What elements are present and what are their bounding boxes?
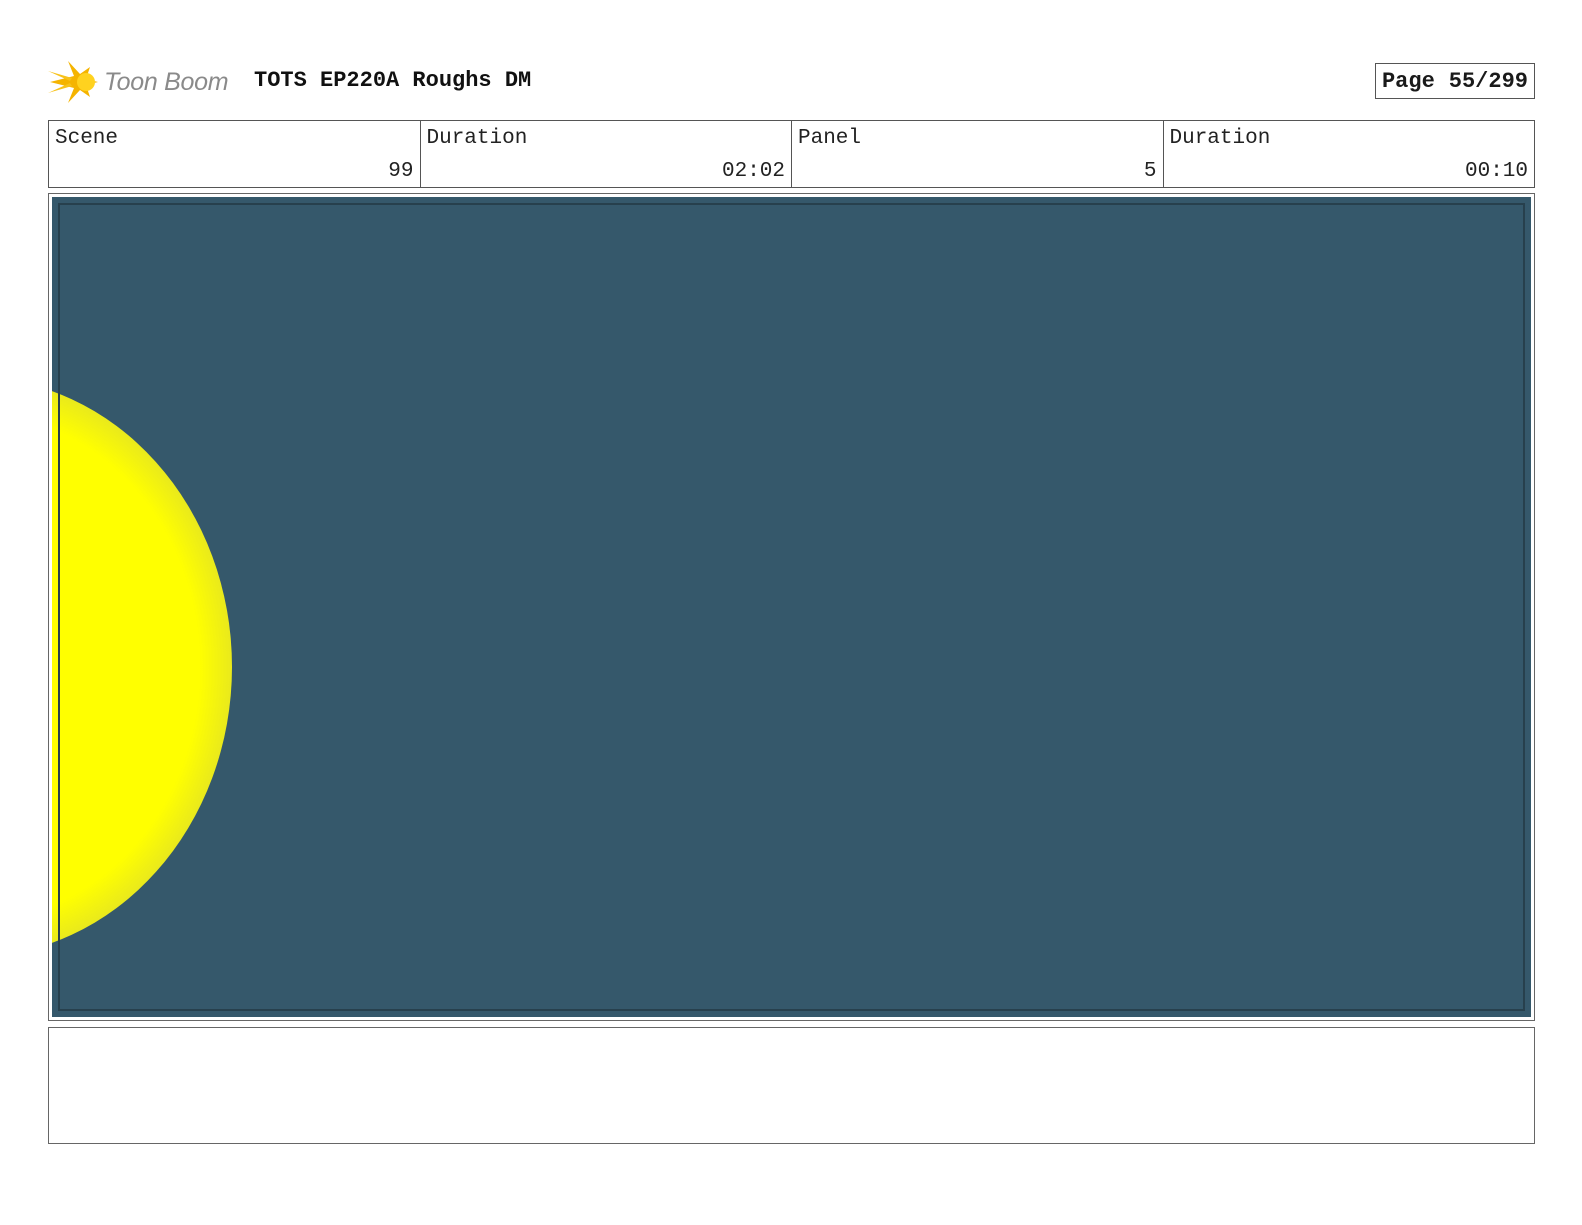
panel-safe-area-border [58, 203, 1525, 1011]
panel-label: Panel [798, 127, 862, 150]
scene-label: Scene [55, 127, 119, 150]
panel-cell: Panel 5 [792, 121, 1164, 187]
scene-duration-value: 02:02 [721, 160, 785, 183]
page-header: Toon Boom TOTS EP220A Roughs DM Page 55/… [48, 56, 1535, 108]
scene-cell: Scene 99 [49, 121, 421, 187]
document-title: TOTS EP220A Roughs DM [254, 68, 532, 93]
panel-duration-cell: Duration 00:10 [1164, 121, 1535, 187]
storyboard-panel-frame [48, 193, 1535, 1021]
logo-text: Toon Boom [104, 67, 229, 96]
scene-duration-label: Duration [426, 127, 528, 150]
sun-shape [52, 377, 232, 957]
panel-notes-box [48, 1027, 1535, 1144]
page-label: Page [1381, 68, 1435, 94]
toon-boom-logo: Toon Boom [48, 56, 229, 108]
page-number: 55/299 [1448, 68, 1528, 94]
storyboard-panel-image [52, 197, 1531, 1017]
page-indicator: Page 55/299 [1374, 63, 1535, 99]
panel-value: 5 [1143, 160, 1157, 183]
scene-duration-cell: Duration 02:02 [421, 121, 792, 187]
panel-duration-value: 00:10 [1464, 160, 1528, 183]
scene-value: 99 [388, 160, 414, 183]
scene-info-table: Scene 99 Duration 02:02 Panel 5 Duration… [48, 120, 1535, 188]
starburst-icon [48, 61, 98, 103]
panel-duration-label: Duration [1169, 127, 1271, 150]
